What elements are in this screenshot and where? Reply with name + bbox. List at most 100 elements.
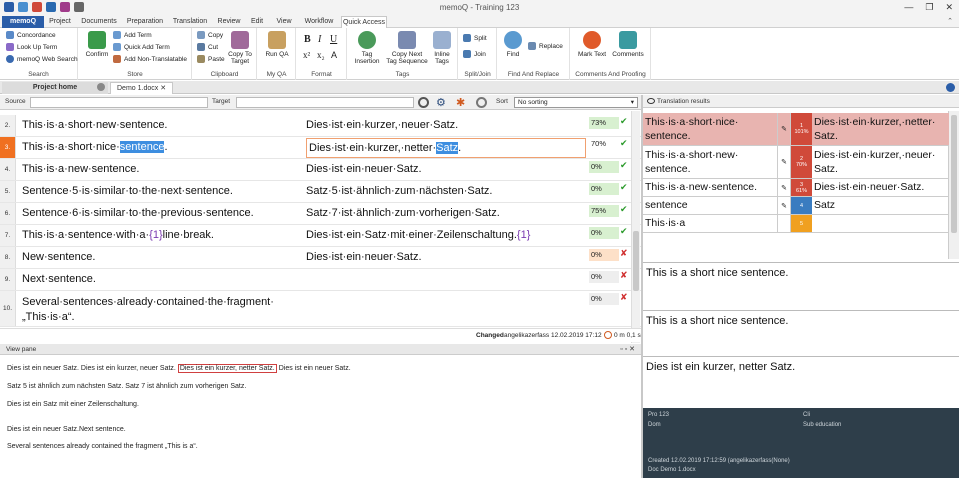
pane-controls-icon[interactable]: ▫ ▫ ✕ [620,344,635,355]
split-button[interactable]: Split [463,34,487,42]
bold-icon[interactable]: B [304,34,311,45]
source-cell[interactable]: Next·sentence. [22,273,297,285]
inline-tag[interactable]: {1} [517,229,530,241]
target-cell[interactable]: Dies·ist·ein·neuer·Satz. [306,163,586,175]
find-button[interactable]: Find [500,31,526,58]
copy-to-target-button[interactable]: Copy To Target [225,31,255,65]
table-row-current[interactable]: 3. This·is·a·short·nice·sentence. Dies·i… [0,137,641,159]
result-source: This·is·a·short·new· sentence. [645,149,739,175]
pin-icon[interactable] [97,83,105,91]
quick-add-term-icon [113,43,121,51]
look-up-term-button[interactable]: Look Up Term [6,43,57,51]
source-cell[interactable]: This·is·a·new·sentence. [22,163,297,175]
superscript-icon[interactable]: x² [303,50,310,60]
results-scrollbar[interactable] [949,111,959,259]
copy-button[interactable]: Copy [197,31,223,39]
add-term-button[interactable]: Add Term [113,31,152,39]
source-cell[interactable]: Sentence·6·is·similar·to·the·previous·se… [22,207,297,219]
font-color-icon[interactable]: A [331,50,337,60]
scrollbar-thumb[interactable] [633,231,639,291]
find-icon[interactable] [476,97,487,108]
inline-tag[interactable]: {1} [149,229,162,241]
join-button[interactable]: Join [463,50,486,58]
target-filter-input[interactable] [236,97,414,108]
result-item[interactable]: This·is·a 5 [643,215,949,233]
target-cell[interactable]: Satz·5·ist·ähnlich·zum·nächsten·Satz. [306,185,586,197]
minimize-icon[interactable]: — [904,2,913,13]
table-row[interactable]: 2. This·is·a·short·new·sentence. Dies·is… [0,115,641,137]
replace-button[interactable]: Replace [528,42,563,50]
table-row[interactable]: 6. Sentence·6·is·similar·to·the·previous… [0,203,641,225]
paste-button[interactable]: Paste [197,55,225,63]
target-cell[interactable]: Dies·ist·ein·kurzer,·neuer·Satz. [306,119,586,131]
source-cell[interactable]: New·sentence. [22,251,297,263]
source-cell[interactable]: This·is·a·short·nice·sentence. [22,141,297,153]
target-cell[interactable]: Dies·ist·ein·Satz·mit·einer·Zeilenschalt… [306,229,586,241]
target-cell[interactable]: Satz·7·ist·ähnlich·zum·vorherigen·Satz. [306,207,586,219]
tab-project[interactable]: Project [46,16,74,28]
tab-workflow[interactable]: Workflow [300,16,338,28]
tab-view[interactable]: View [272,16,296,28]
source-cell[interactable]: Sentence·5·is·similar·to·the·next·senten… [22,185,297,197]
tab-preparation[interactable]: Preparation [124,16,166,28]
target-editor[interactable]: Dies·ist·ein·kurzer,·netter·Satz. [306,138,586,158]
tab-demo-doc[interactable]: Demo 1.docx ✕ [110,82,174,94]
tab-documents[interactable]: Documents [78,16,120,28]
mark-text-button[interactable]: Mark Text [575,31,609,58]
source-filter-input[interactable] [30,97,208,108]
concordance-button[interactable]: Concordance [6,31,56,39]
eye-icon[interactable] [647,98,655,104]
inline-tags-button[interactable]: Inline Tags [428,31,456,65]
web-search-button[interactable]: memoQ Web Search [6,55,78,63]
result-item[interactable]: This·is·a·new·sentence. ✎ 3 61% Dies·ist·… [643,179,949,197]
filter-search-icon[interactable] [418,97,429,108]
view-current-segment[interactable]: Dies ist ein kurzer, netter Satz. [177,364,277,373]
underline-icon[interactable]: U [330,34,337,45]
table-row[interactable]: 9. Next·sentence. 0% ✘ [0,269,641,291]
confirm-button[interactable]: Confirm [83,31,111,58]
match-percent: 0% [589,249,619,261]
scrollbar-thumb[interactable] [951,115,957,233]
target-cell[interactable]: Dies·ist·ein·neuer·Satz. [306,251,586,263]
table-row[interactable]: 4. This·is·a·new·sentence. Dies·ist·ein·… [0,159,641,181]
compare-target-text: Dies ist ein kurzer, netter Satz. [646,361,796,373]
help-icon[interactable] [946,83,955,92]
result-item[interactable]: This·is·a·short·nice· sentence. ✎ 1 101% … [643,113,949,146]
sort-select[interactable]: No sorting ▾ [514,97,638,108]
comments-button[interactable]: Comments [611,31,645,58]
row-number: 2. [0,115,16,136]
source-cell[interactable]: This·is·a·sentence·with·a·{1}line·break. [22,229,297,241]
meta-project: Pro 123 [648,412,670,418]
add-non-translatable-button[interactable]: Add Non-Translatable [113,55,187,63]
collapse-ribbon-icon[interactable]: ⌃ [947,17,953,25]
quick-add-term-button[interactable]: Quick Add Term [113,43,170,51]
filter-settings-icon[interactable]: ⚙ [436,96,446,109]
source-cell[interactable]: Several·sentences·already·contained·the·… [22,295,297,325]
tab-project-home[interactable]: Project home [2,82,108,94]
table-row[interactable]: 5. Sentence·5·is·similar·to·the·next·sen… [0,181,641,203]
restore-icon[interactable]: ❐ [925,2,933,13]
close-icon[interactable]: ✕ [945,2,953,13]
result-item[interactable]: This·is·a·short·new· sentence. ✎ 2 70% Di… [643,146,949,179]
subscript-icon[interactable]: x₂ [317,50,325,60]
grid-scrollbar[interactable] [631,111,640,343]
cut-button[interactable]: Cut [197,43,218,51]
close-tab-icon[interactable]: ✕ [160,85,166,92]
tab-review[interactable]: Review [214,16,244,28]
table-row[interactable]: 7. This·is·a·sentence·with·a·{1}line·bre… [0,225,641,247]
ribbon-group-search: Concordance Look Up Term memoQ Web Searc… [0,28,78,80]
tab-memoq[interactable]: memoQ [2,16,44,28]
table-row[interactable]: 10. Several·sentences·already·contained·… [0,291,641,327]
run-qa-button[interactable]: Run QA [262,31,292,58]
copy-next-tag-sequence-button[interactable]: Copy Next Tag Sequence [386,31,428,65]
source-cell[interactable]: This·is·a·short·new·sentence. [22,119,297,131]
table-row[interactable]: 8. New·sentence. Dies·ist·ein·neuer·Satz… [0,247,641,269]
tab-translation[interactable]: Translation [170,16,210,28]
tab-edit[interactable]: Edit [247,16,267,28]
advanced-filter-icon[interactable]: ✱ [456,96,465,109]
italic-icon[interactable]: I [318,34,321,45]
result-item[interactable]: sentence ✎ 4 Satz [643,197,949,215]
tab-quick-access[interactable]: Quick Access [341,16,387,28]
tag-insertion-button[interactable]: Tag Insertion [350,31,384,65]
match-percent: 0% [589,183,619,195]
